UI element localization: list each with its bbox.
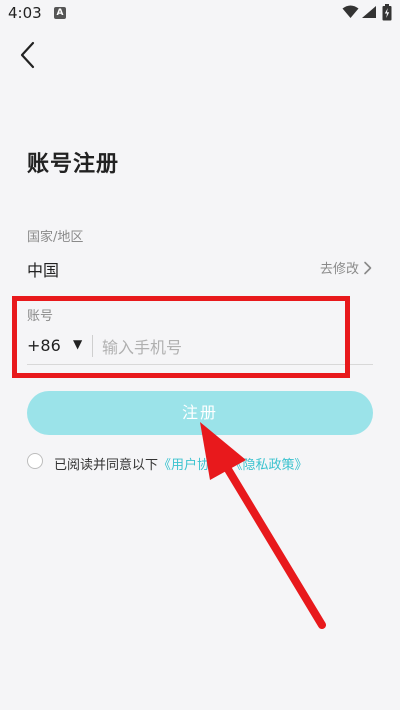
- highlight-box: [12, 296, 350, 378]
- back-button[interactable]: [14, 40, 44, 70]
- register-screen: 4:03 A 账号注册 国家/地区 中国 去修改 账号 +86 ▼ 注册: [0, 0, 400, 710]
- notification-icon: A: [54, 7, 66, 19]
- chevron-left-icon: [20, 41, 35, 69]
- register-button[interactable]: 注册: [27, 391, 373, 435]
- chevron-right-icon: [364, 261, 372, 274]
- status-bar: 4:03 A: [0, 0, 400, 28]
- modify-region-link[interactable]: 去修改: [320, 258, 372, 277]
- signal-icon: [362, 6, 376, 18]
- user-agreement-link[interactable]: 《用户协议》: [158, 458, 236, 473]
- region-label: 国家/地区: [27, 230, 84, 245]
- agreement-text: 已阅读并同意以下《用户协议》《隐私政策》: [54, 454, 308, 473]
- privacy-policy-link[interactable]: 《隐私政策》: [236, 458, 308, 473]
- status-time: 4:03: [8, 4, 42, 22]
- battery-icon: [382, 4, 392, 21]
- region-value: 中国: [27, 261, 60, 280]
- page-title: 账号注册: [27, 152, 120, 177]
- agreement-prefix: 已阅读并同意以下: [54, 458, 159, 473]
- modify-region-label: 去修改: [319, 262, 359, 277]
- wifi-icon: [342, 5, 359, 18]
- agreement-checkbox[interactable]: [27, 453, 43, 469]
